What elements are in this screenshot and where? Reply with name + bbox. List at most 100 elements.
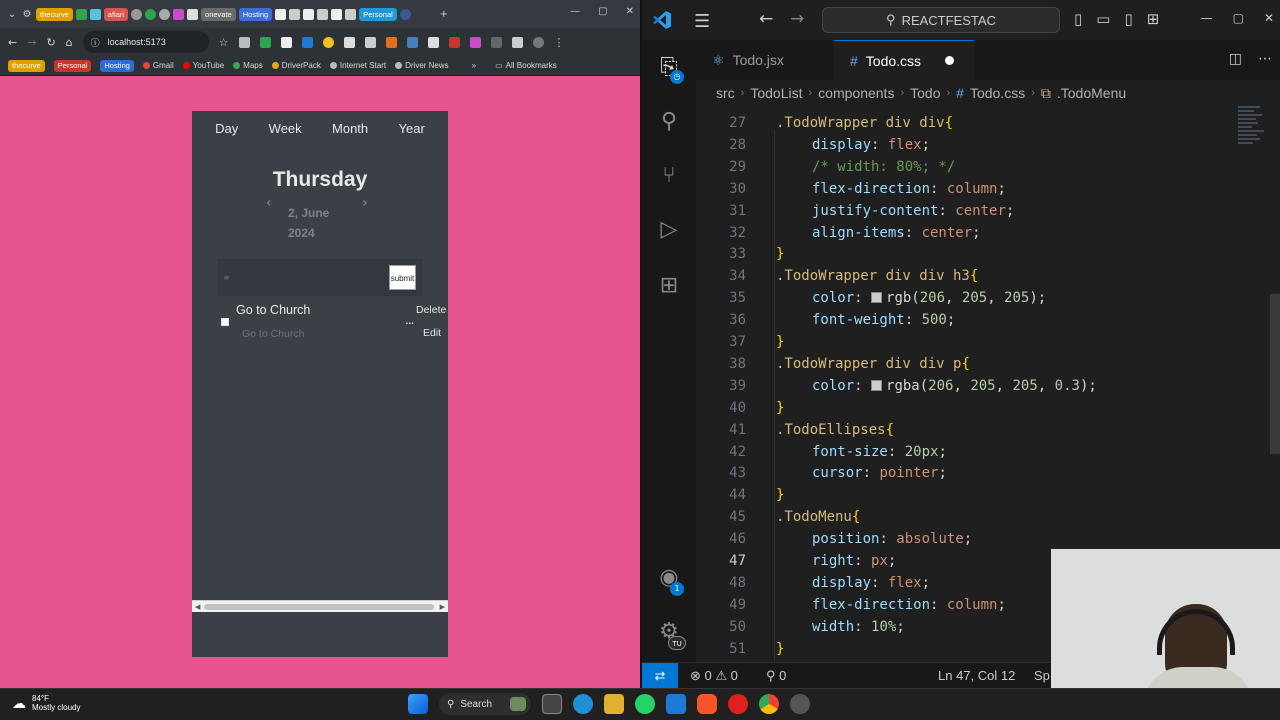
new-tab-button[interactable]: + (438, 9, 450, 20)
code-line[interactable]: .TodoMenu{ (776, 509, 860, 525)
code-line[interactable]: width: 10%; (812, 619, 905, 635)
indentation-indicator[interactable]: Sp (1034, 668, 1050, 683)
bookmark-group-hosting[interactable]: Hosting (100, 59, 134, 72)
code-line[interactable]: .TodoWrapper div div h3{ (776, 268, 978, 284)
tab-favicon[interactable] (289, 8, 301, 20)
tab-favicon[interactable] (75, 8, 87, 20)
bookmark-group-thecurve[interactable]: thecurve (8, 59, 45, 72)
facebook-icon[interactable] (399, 8, 411, 20)
weather-widget[interactable]: ☁ 84°F Mostly cloudy (12, 694, 80, 712)
reload-icon[interactable]: ↻ (46, 36, 55, 49)
vscode-taskbar-icon[interactable] (666, 694, 686, 714)
code-line[interactable]: font-weight: 500; (812, 312, 955, 328)
toggle-panel-icon[interactable]: ▭ (1096, 10, 1110, 28)
code-line[interactable]: display: flex; (812, 575, 930, 591)
delete-button[interactable]: Delete (416, 304, 448, 316)
bookmark-maps[interactable]: Maps (233, 61, 263, 70)
tab-favicon[interactable] (303, 8, 315, 20)
tab-favicon[interactable] (159, 8, 171, 20)
problems-indicator[interactable]: ⊗ 0 ⚠ 0 (690, 668, 738, 684)
code-line[interactable]: display: flex; (812, 137, 930, 153)
code-line[interactable]: } (776, 400, 784, 416)
command-center-search[interactable]: ⚲ REACTFESTAC (822, 7, 1060, 33)
extension-icon[interactable] (469, 36, 481, 48)
tab-favicon[interactable] (131, 8, 143, 20)
extension-icon[interactable] (343, 36, 355, 48)
horizontal-scrollbar[interactable]: ◀ ▶ (192, 600, 448, 612)
start-windows-icon[interactable] (408, 694, 428, 714)
toggle-secondary-sidebar-icon[interactable]: ▯ (1124, 10, 1132, 28)
code-line[interactable]: font-size: 20px; (812, 444, 947, 460)
edge-icon[interactable] (573, 694, 593, 714)
tab-favicon[interactable] (145, 8, 157, 20)
code-line[interactable]: color: rgba(206, 205, 205, 0.3); (812, 378, 1097, 394)
more-actions-icon[interactable]: ⋯ (1258, 51, 1272, 67)
breadcrumb-src[interactable]: src (716, 85, 735, 101)
bookmark-driver-news[interactable]: Driver News (395, 61, 449, 70)
tab-group-personal[interactable]: Personal (359, 7, 397, 21)
tab-favicon[interactable] (173, 8, 185, 20)
file-explorer-icon[interactable] (604, 694, 624, 714)
extension-icon[interactable] (427, 36, 439, 48)
close-icon[interactable]: ✕ (626, 6, 634, 17)
task-view-icon[interactable] (542, 694, 562, 714)
back-arrow-icon[interactable]: ← (759, 9, 773, 29)
tab-favicon[interactable] (187, 8, 199, 20)
breadcrumb-symbol[interactable]: .TodoMenu (1057, 85, 1126, 101)
split-editor-icon[interactable]: ◫ (1229, 51, 1242, 67)
code-line[interactable]: } (776, 334, 784, 350)
extensions-puzzle-icon[interactable] (511, 36, 523, 48)
extensions-icon[interactable]: ⊞ (655, 272, 683, 300)
back-arrow-icon[interactable]: ← (8, 36, 17, 49)
code-line[interactable]: justify-content: center; (812, 203, 1014, 219)
ellipsis-menu-icon[interactable]: ... (405, 313, 415, 327)
minimize-icon[interactable]: — (1201, 11, 1213, 25)
bookmark-driverpack[interactable]: DriverPack (271, 61, 321, 70)
run-debug-icon[interactable]: ▷ (655, 216, 683, 244)
home-icon[interactable]: ⌂ (66, 36, 73, 49)
address-bar[interactable]: ⓘ localhost:5173 (82, 31, 209, 53)
chrome-icon[interactable] (759, 694, 779, 714)
bookmark-youtube[interactable]: YouTube (182, 61, 224, 70)
bookmark-gmail[interactable]: Gmail (142, 61, 174, 70)
next-day-chevron-icon[interactable]: › (362, 195, 368, 211)
todo-input[interactable]: ≡ (223, 273, 230, 282)
previous-day-chevron-icon[interactable]: ‹ (266, 195, 272, 211)
period-day-button[interactable]: Day (215, 121, 238, 136)
edit-button[interactable]: Edit (423, 327, 441, 339)
maximize-icon[interactable]: ▢ (598, 6, 607, 17)
tab-list-chevron-icon[interactable]: ⌄ (6, 9, 18, 20)
ports-indicator[interactable]: ⚲ 0 (766, 668, 786, 684)
all-bookmarks-folder[interactable]: ▭ All Bookmarks (495, 61, 557, 70)
code-line[interactable]: .TodoWrapper div div{ (776, 115, 953, 131)
tab-group-hosting[interactable]: Hosting (238, 7, 273, 21)
bookmark-group-personal[interactable]: Personal (53, 59, 92, 72)
extension-icon[interactable] (385, 36, 397, 48)
extension-icon[interactable] (448, 36, 460, 48)
extension-icon[interactable] (301, 36, 313, 48)
extension-icon[interactable] (364, 36, 376, 48)
extension-icon[interactable] (406, 36, 418, 48)
minimize-icon[interactable]: — (570, 6, 580, 17)
source-control-icon[interactable]: ⑂ (655, 162, 683, 190)
tab-favicon[interactable] (331, 8, 343, 20)
scroll-right-arrow-icon[interactable]: ▶ (440, 601, 445, 613)
breadcrumb-file[interactable]: Todo.css (970, 85, 1025, 101)
tab-favicon[interactable] (275, 8, 287, 20)
forward-arrow-icon[interactable]: → (790, 9, 804, 29)
bookmarks-overflow-chevron[interactable]: » (472, 61, 476, 70)
maximize-icon[interactable]: ▢ (1233, 11, 1244, 25)
tab-todo-jsx[interactable]: ⚛ Todo.jsx (696, 40, 833, 80)
bookmark-star-icon[interactable]: ☆ (219, 36, 229, 49)
code-line[interactable]: .TodoEllipses{ (776, 422, 894, 438)
code-line[interactable]: align-items: center; (812, 225, 981, 241)
code-line[interactable]: right: px; (812, 553, 896, 569)
todo-checkbox[interactable] (221, 318, 229, 326)
code-line[interactable]: position: absolute; (812, 531, 972, 547)
customize-layout-icon[interactable]: ⊞ (1147, 10, 1160, 28)
period-week-button[interactable]: Week (269, 121, 302, 136)
breadcrumb-todolist[interactable]: TodoList (750, 85, 802, 101)
gear-icon[interactable]: ⚙ (21, 9, 33, 20)
extension-icon[interactable] (280, 36, 292, 48)
code-line[interactable]: } (776, 487, 784, 503)
